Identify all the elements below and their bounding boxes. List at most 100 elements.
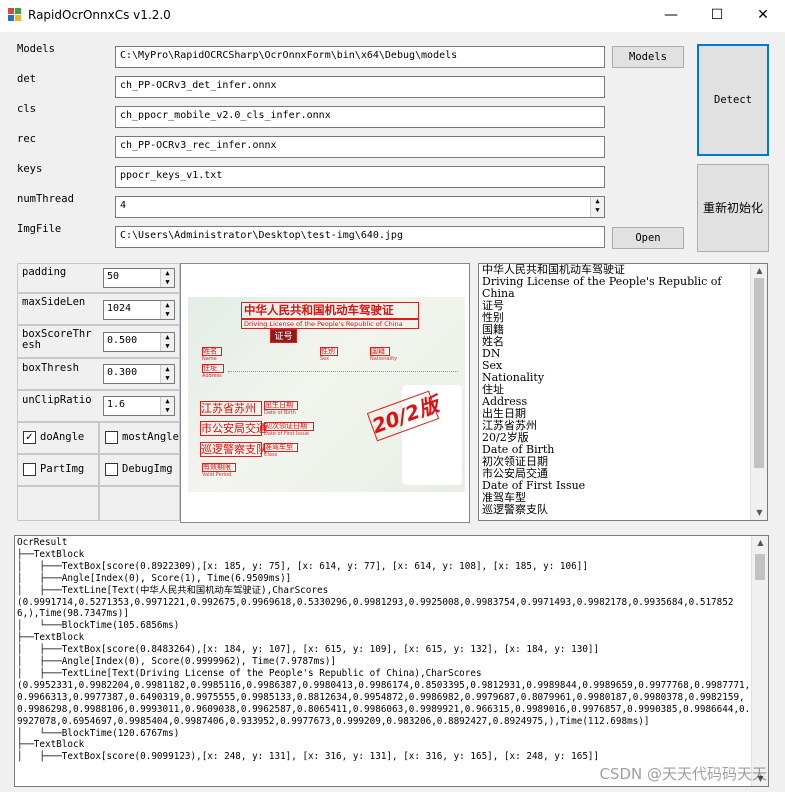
- license-card-image: 中华人民共和国机动车驾驶证 Driving License of the Peo…: [188, 297, 465, 492]
- reinit-button[interactable]: 重新初始化: [697, 164, 769, 252]
- list-item[interactable]: Driving License of the People's Republic…: [479, 276, 767, 288]
- det-model-field[interactable]: ch_PP-OCRv3_det_infer.onnx: [115, 76, 605, 98]
- name-en-label: Name: [202, 356, 217, 362]
- class-box: 准驾车型: [264, 443, 298, 452]
- partimg-checkbox[interactable]: [23, 463, 36, 476]
- boxthresh-spin-icon[interactable]: ▲ ▼: [160, 365, 174, 383]
- title-bar: RapidOcrOnnxCs v1.2.0 — ☐ ✕: [0, 0, 785, 32]
- keys-field[interactable]: ppocr_keys_v1.txt: [115, 166, 605, 188]
- boxscorethresh-label: boxScoreThr esh: [22, 328, 92, 351]
- log-text: OcrResult ├──TextBlock │ ├───TextBox[sco…: [17, 537, 751, 763]
- mostangle-cell[interactable]: mostAngle: [99, 422, 180, 454]
- cert-box: 证号: [270, 329, 297, 343]
- detect-button[interactable]: Detect: [697, 44, 769, 156]
- image-preview: 中华人民共和国机动车驾驶证 Driving License of the Peo…: [180, 263, 470, 523]
- minimize-button[interactable]: —: [648, 0, 694, 32]
- list-item[interactable]: 性别: [479, 312, 767, 324]
- list-item[interactable]: 姓名: [479, 336, 767, 348]
- doangle-label: doAngle: [40, 431, 85, 443]
- boxscorethresh-spin-icon[interactable]: ▲ ▼: [160, 333, 174, 351]
- numthread-spin-icon[interactable]: ▲ ▼: [590, 197, 604, 217]
- title-box: 中华人民共和国机动车驾驶证: [241, 302, 419, 319]
- imgfile-path-field[interactable]: C:\Users\Administrator\Desktop\test-img\…: [115, 226, 605, 248]
- boxscorethresh-row: boxScoreThr esh 0.500 ▲ ▼: [17, 325, 180, 358]
- list-item[interactable]: 国籍: [479, 324, 767, 336]
- det-label: det: [17, 73, 36, 85]
- valid-en-label: Valid Period: [202, 472, 232, 478]
- open-button[interactable]: Open: [612, 227, 684, 249]
- numthread-value: 4: [120, 200, 127, 211]
- models-path-field[interactable]: C:\MyPro\RapidOCRCSharp\OcrOnnxForm\bin\…: [115, 46, 605, 68]
- address-en-label: Address: [202, 373, 222, 379]
- result-items: 中华人民共和国机动车驾驶证 Driving License of the Peop…: [479, 264, 767, 516]
- address-line: [228, 371, 458, 372]
- list-item[interactable]: China: [479, 288, 767, 300]
- dob-box: 出生日期: [264, 401, 298, 410]
- valid-box: 有效期限: [202, 463, 236, 472]
- rec-model-field[interactable]: ch_PP-OCRv3_rec_infer.onnx: [115, 136, 605, 158]
- cls-label: cls: [17, 103, 36, 115]
- cls-model-field[interactable]: ch_ppocr_mobile_v2.0_cls_infer.onnx: [115, 106, 605, 128]
- maximize-button[interactable]: ☐: [694, 0, 740, 32]
- padding-label: padding: [22, 266, 67, 278]
- list-item[interactable]: 证号: [479, 300, 767, 312]
- empty-cell-left: [17, 486, 99, 521]
- list-item[interactable]: 巡逻警察支队: [479, 504, 767, 516]
- debugimg-label: DebugImg: [122, 463, 173, 475]
- unclipratio-stepper[interactable]: 1.6 ▲ ▼: [103, 396, 175, 416]
- debugimg-cell[interactable]: DebugImg: [99, 454, 180, 486]
- doangle-cell[interactable]: ✓ doAngle: [17, 422, 99, 454]
- mostangle-label: mostAngle: [122, 431, 179, 443]
- unclipratio-value: 1.6: [107, 399, 126, 410]
- rec-label: rec: [17, 133, 36, 145]
- list-item[interactable]: DN: [479, 348, 767, 360]
- list-item[interactable]: Nationality: [479, 372, 767, 384]
- boxscorethresh-stepper[interactable]: 0.500 ▲ ▼: [103, 332, 175, 352]
- maxsidelen-label: maxSideLen: [22, 296, 86, 308]
- app-icon: [8, 8, 21, 21]
- empty-cell-right: [99, 486, 180, 521]
- partimg-label: PartImg: [40, 463, 85, 475]
- list-scrollbar[interactable]: ▲ ▼: [750, 264, 767, 520]
- unclipratio-row: unClipRatio 1.6 ▲ ▼: [17, 390, 180, 422]
- boxthresh-value: 0.300: [107, 367, 138, 378]
- scroll-down-icon[interactable]: ▼: [751, 506, 767, 520]
- close-button[interactable]: ✕: [740, 0, 785, 32]
- boxthresh-stepper[interactable]: 0.300 ▲ ▼: [103, 364, 175, 384]
- doangle-checkbox[interactable]: ✓: [23, 431, 36, 444]
- debugimg-checkbox[interactable]: [105, 463, 118, 476]
- maxsidelen-stepper[interactable]: 1024 ▲ ▼: [103, 300, 175, 320]
- unclipratio-label: unClipRatio: [22, 394, 92, 406]
- models-button[interactable]: Models: [612, 46, 684, 68]
- numthread-stepper[interactable]: 4 ▲ ▼: [115, 196, 605, 218]
- boxscorethresh-value: 0.500: [107, 335, 138, 346]
- scroll-up-icon[interactable]: ▲: [751, 264, 767, 278]
- address-box: 住址: [202, 364, 224, 373]
- log-scrollbar[interactable]: ▲ ▼: [751, 536, 768, 786]
- subtitle-box: Driving License of the People's Republic…: [241, 319, 419, 329]
- seal-box-3: 巡逻警察支队: [200, 442, 267, 457]
- sex-en-label: Sex: [320, 356, 330, 362]
- dob-en-label: Date of Birth: [264, 410, 296, 416]
- seal-box-2: 市公安局交通: [200, 421, 267, 436]
- padding-stepper[interactable]: 50 ▲ ▼: [103, 268, 175, 288]
- maxsidelen-row: maxSideLen 1024 ▲ ▼: [17, 293, 180, 325]
- issue-en-label: Date of First Issue: [264, 431, 309, 437]
- ocr-log-textarea[interactable]: OcrResult ├──TextBlock │ ├───TextBox[sco…: [14, 535, 769, 787]
- watermark-text: CSDN @天天代码码天天: [599, 765, 767, 783]
- unclipratio-spin-icon[interactable]: ▲ ▼: [160, 397, 174, 415]
- mostangle-checkbox[interactable]: [105, 431, 118, 444]
- check-icon: ✓: [25, 432, 34, 443]
- log-scroll-thumb[interactable]: [755, 554, 765, 580]
- partimg-cell[interactable]: PartImg: [17, 454, 99, 486]
- ocr-result-list[interactable]: 中华人民共和国机动车驾驶证 Driving License of the Peop…: [478, 263, 768, 521]
- maxsidelen-spin-icon[interactable]: ▲ ▼: [160, 301, 174, 319]
- window-title: RapidOcrOnnxCs v1.2.0: [28, 8, 171, 22]
- seal-box-1: 江苏省苏州: [200, 401, 262, 416]
- nationality-en-label: Nationality: [370, 356, 398, 362]
- log-scroll-up-icon[interactable]: ▲: [752, 536, 768, 550]
- models-label: Models: [17, 43, 55, 55]
- list-scroll-thumb[interactable]: [754, 278, 764, 468]
- padding-spin-icon[interactable]: ▲ ▼: [160, 269, 174, 287]
- class-en-label: Class: [264, 452, 278, 458]
